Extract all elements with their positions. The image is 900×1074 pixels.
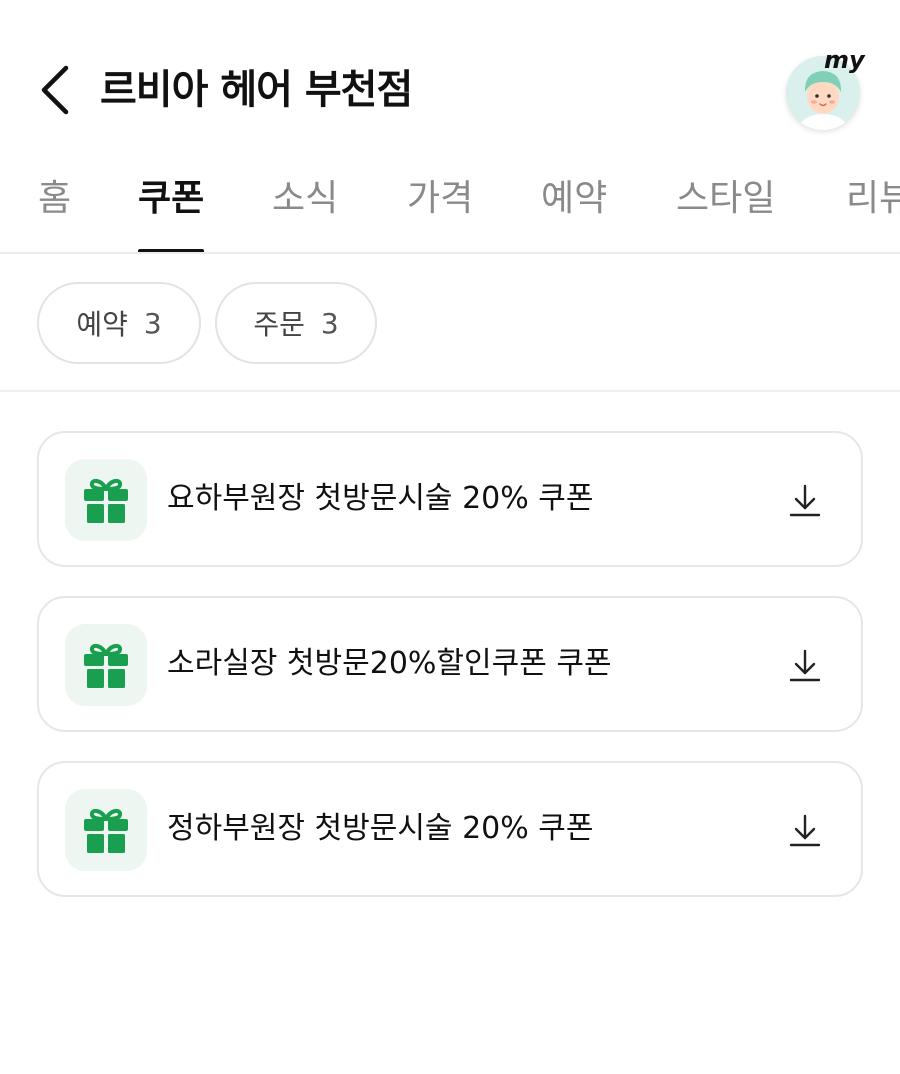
coupon-title: 소라실장 첫방문20%할인쿠폰 쿠폰: [167, 646, 612, 681]
coupon-title: 요하부원장 첫방문시술 20% 쿠폰: [167, 481, 594, 516]
tab-home[interactable]: 홈: [38, 174, 71, 252]
gift-icon-container: [65, 624, 147, 706]
filter-chip-count: 3: [143, 306, 162, 340]
coupon-card[interactable]: 요하부원장 첫방문시술 20% 쿠폰: [37, 431, 863, 567]
back-button[interactable]: [28, 56, 80, 124]
my-badge: my: [824, 46, 865, 74]
filter-chip-count: 3: [320, 306, 339, 340]
coupon-card[interactable]: 소라실장 첫방문20%할인쿠폰 쿠폰: [37, 596, 863, 732]
download-icon: [789, 649, 821, 682]
coupon-card[interactable]: 정하부원장 첫방문시술 20% 쿠폰: [37, 761, 863, 897]
gift-icon: [84, 478, 128, 523]
top-app-bar: 르비아 헤어 부천점 my: [0, 0, 900, 160]
chevron-left-icon: [41, 65, 69, 115]
download-coupon-button[interactable]: [783, 644, 827, 688]
filter-chip-order[interactable]: 주문 3: [215, 282, 377, 364]
filter-chip-reservation[interactable]: 예약 3: [37, 282, 201, 364]
tab-reviews[interactable]: 리뷰: [846, 174, 900, 252]
download-icon: [789, 814, 821, 847]
coupon-filter-bar: 예약 3 주문 3: [0, 256, 900, 392]
gift-icon-container: [65, 459, 147, 541]
gift-icon: [84, 808, 128, 853]
download-coupon-button[interactable]: [783, 809, 827, 853]
page-title: 르비아 헤어 부천점: [100, 67, 413, 113]
coupon-title: 정하부원장 첫방문시술 20% 쿠폰: [167, 811, 594, 846]
tab-bar: 홈 쿠폰 소식 가격 예약 스타일 리뷰: [0, 160, 900, 254]
filter-chip-label: 예약: [76, 308, 128, 341]
tab-style[interactable]: 스타일: [676, 174, 775, 252]
tab-reservation[interactable]: 예약: [541, 174, 607, 252]
gift-icon: [84, 643, 128, 688]
tab-news[interactable]: 소식: [272, 174, 338, 252]
tab-price[interactable]: 가격: [407, 174, 473, 252]
profile-button[interactable]: my: [780, 46, 868, 136]
tab-coupons[interactable]: 쿠폰: [138, 174, 205, 252]
filter-chip-label: 주문: [253, 308, 305, 341]
download-coupon-button[interactable]: [783, 479, 827, 523]
download-icon: [789, 484, 821, 517]
gift-icon-container: [65, 789, 147, 871]
